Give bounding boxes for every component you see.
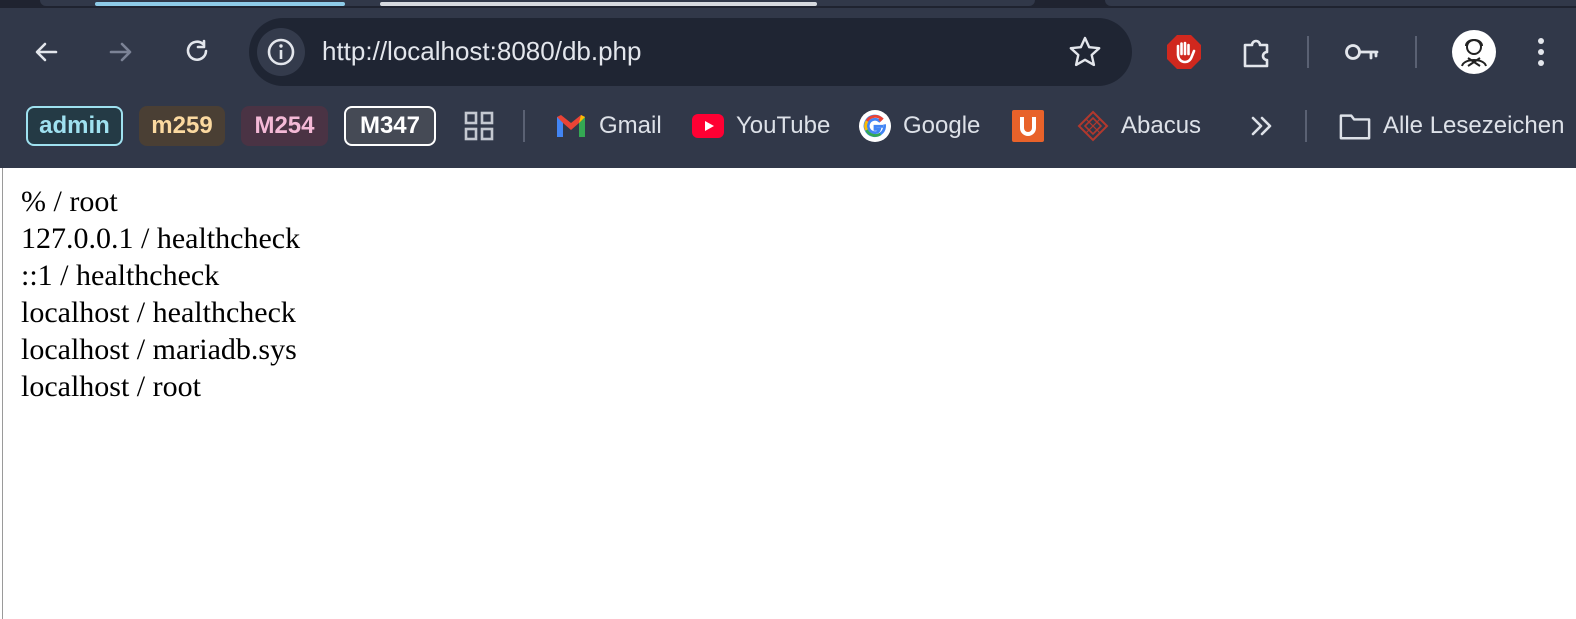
stop-hand-icon: [1167, 35, 1201, 69]
tab-group-chip-m254[interactable]: M254: [241, 106, 328, 146]
bookmark-star-icon[interactable]: [1068, 35, 1102, 69]
apps-button[interactable]: [462, 106, 496, 146]
bookmark-label: YouTube: [736, 112, 831, 139]
folder-icon: [1339, 110, 1371, 142]
page-viewport: % / root 127.0.0.1 / healthcheck ::1 / h…: [2, 168, 1576, 619]
url-text[interactable]: http://localhost:8080/db.php: [322, 36, 641, 67]
user-host-line: localhost / healthcheck: [21, 296, 296, 329]
youtube-icon: [692, 110, 724, 142]
tab-other[interactable]: [1105, 0, 1576, 6]
key-icon: [1345, 44, 1379, 60]
passwords-button[interactable]: [1342, 32, 1382, 72]
gmail-icon: [555, 110, 587, 142]
user-host-line: 127.0.0.1 / healthcheck: [21, 222, 301, 255]
u-app-icon: [1012, 110, 1044, 142]
bookmark-abacus[interactable]: Abacus: [1077, 106, 1201, 146]
profile-avatar[interactable]: [1452, 30, 1496, 74]
address-bar[interactable]: http://localhost:8080/db.php: [249, 18, 1132, 86]
forward-button[interactable]: [99, 30, 143, 74]
double-chevron-right-icon: [1251, 116, 1272, 136]
apps-grid-icon: [464, 111, 494, 141]
arrow-right-icon: [109, 42, 132, 62]
puzzle-icon: [1243, 39, 1269, 68]
avatar-icon: [1461, 39, 1487, 67]
bookmark-label: Gmail: [599, 112, 662, 139]
back-button[interactable]: [24, 30, 68, 74]
extensions-button[interactable]: [1237, 32, 1277, 72]
toolbar-separator: [1307, 36, 1309, 68]
bookmark-gmail[interactable]: Gmail: [555, 106, 662, 146]
google-icon: [859, 110, 891, 142]
user-host-line: localhost / mariadb.sys: [21, 333, 297, 366]
arrow-left-icon: [35, 42, 58, 62]
tab-group-chip-m347[interactable]: M347: [344, 106, 436, 146]
site-info-button[interactable]: [257, 28, 305, 76]
user-host-line: localhost / root: [21, 370, 201, 403]
all-bookmarks-label: Alle Lesezeichen: [1383, 112, 1565, 139]
all-bookmarks-button[interactable]: Alle Lesezeichen: [1339, 106, 1564, 146]
bookmark-label: Google: [903, 112, 981, 139]
bookmarks-overflow-button[interactable]: [1247, 106, 1275, 146]
abacus-icon: [1077, 110, 1109, 142]
browser-chrome: http://localhost:8080/db.php admin m259 …: [0, 0, 1576, 168]
bookmark-label: Abacus: [1121, 112, 1202, 139]
user-host-line: % / root: [21, 185, 118, 218]
bookmarks-separator: [1305, 110, 1307, 142]
tab-group-chip-admin[interactable]: admin: [26, 106, 123, 146]
user-host-line: ::1 / healthcheck: [21, 259, 220, 292]
info-icon: [267, 38, 295, 66]
tab-group-chip-m259[interactable]: m259: [139, 106, 225, 146]
page-body: % / root 127.0.0.1 / healthcheck ::1 / h…: [21, 183, 300, 405]
toolbar-separator: [1415, 36, 1417, 68]
reload-icon: [186, 39, 208, 61]
reload-button[interactable]: [175, 30, 219, 74]
bookmarks-separator: [523, 110, 525, 142]
kebab-menu-icon: [1538, 38, 1544, 66]
tab-group-indicator: [380, 2, 817, 6]
tab-group-indicator-admin: [95, 2, 345, 6]
bookmark-u-app[interactable]: [1012, 106, 1044, 146]
extension-adblock[interactable]: [1164, 32, 1204, 72]
bookmark-google[interactable]: Google: [859, 106, 980, 146]
bookmark-youtube[interactable]: YouTube: [692, 106, 830, 146]
menu-button[interactable]: [1526, 32, 1556, 72]
